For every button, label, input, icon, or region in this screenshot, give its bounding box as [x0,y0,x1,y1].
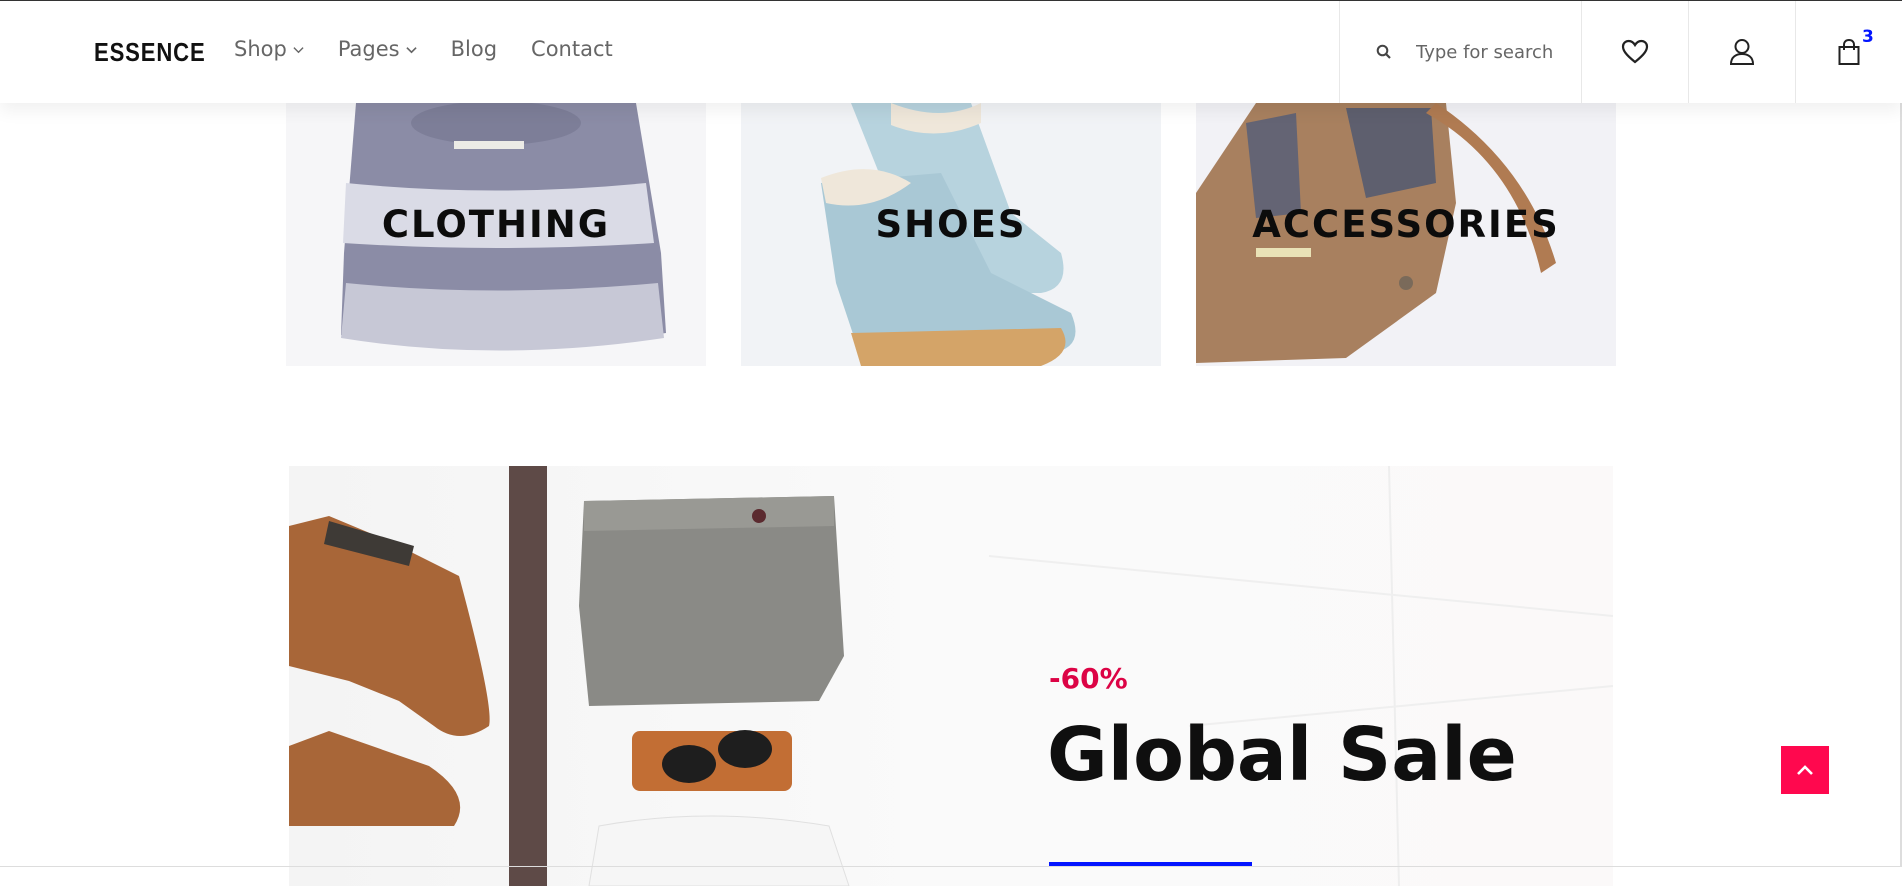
category-accessories[interactable]: ACCESSORIES [1196,103,1616,366]
search-input[interactable] [1414,40,1568,64]
category-shoes[interactable]: SHOES [741,103,1161,366]
user-icon [1729,39,1755,65]
category-label: SHOES [875,203,1027,246]
scroll-to-top-button[interactable] [1781,746,1829,794]
nav-blog-label: Blog [450,37,498,61]
site-header: ESSENCE Shop Pages Blog Contact 3 [0,0,1902,103]
nav-pages[interactable]: Pages [338,37,417,61]
nav-shop-label: Shop [234,37,287,61]
nav-contact[interactable]: Contact [531,37,613,61]
nav-shop[interactable]: Shop [234,37,304,61]
account-button[interactable] [1688,1,1795,103]
nav-pages-label: Pages [337,37,400,61]
sale-banner[interactable] [289,466,1613,886]
wishlist-button[interactable] [1581,1,1688,103]
chevron-down-icon [405,46,417,53]
main-nav: Shop Pages Blog Contact [234,37,647,61]
nav-contact-label: Contact [531,37,613,61]
category-label: ACCESSORIES [1252,203,1560,246]
site-logo[interactable]: ESSENCE [94,37,206,68]
sale-title: Global Sale [1047,712,1517,798]
category-label: CLOTHING [381,203,611,246]
chevron-down-icon [293,46,304,53]
shopping-bag-icon [1838,38,1860,65]
heart-icon [1621,39,1649,64]
arrow-up-icon [1797,765,1813,775]
nav-blog[interactable]: Blog [451,37,497,61]
header-actions: 3 [1339,1,1902,103]
banner-image [289,466,1613,886]
category-clothing[interactable]: CLOTHING [286,103,706,366]
cart-count-badge: 3 [1862,27,1874,47]
search-icon[interactable] [1376,44,1392,60]
cart-button[interactable]: 3 [1795,1,1902,103]
search-area [1339,1,1581,103]
discount-label: -60% [1049,662,1128,695]
